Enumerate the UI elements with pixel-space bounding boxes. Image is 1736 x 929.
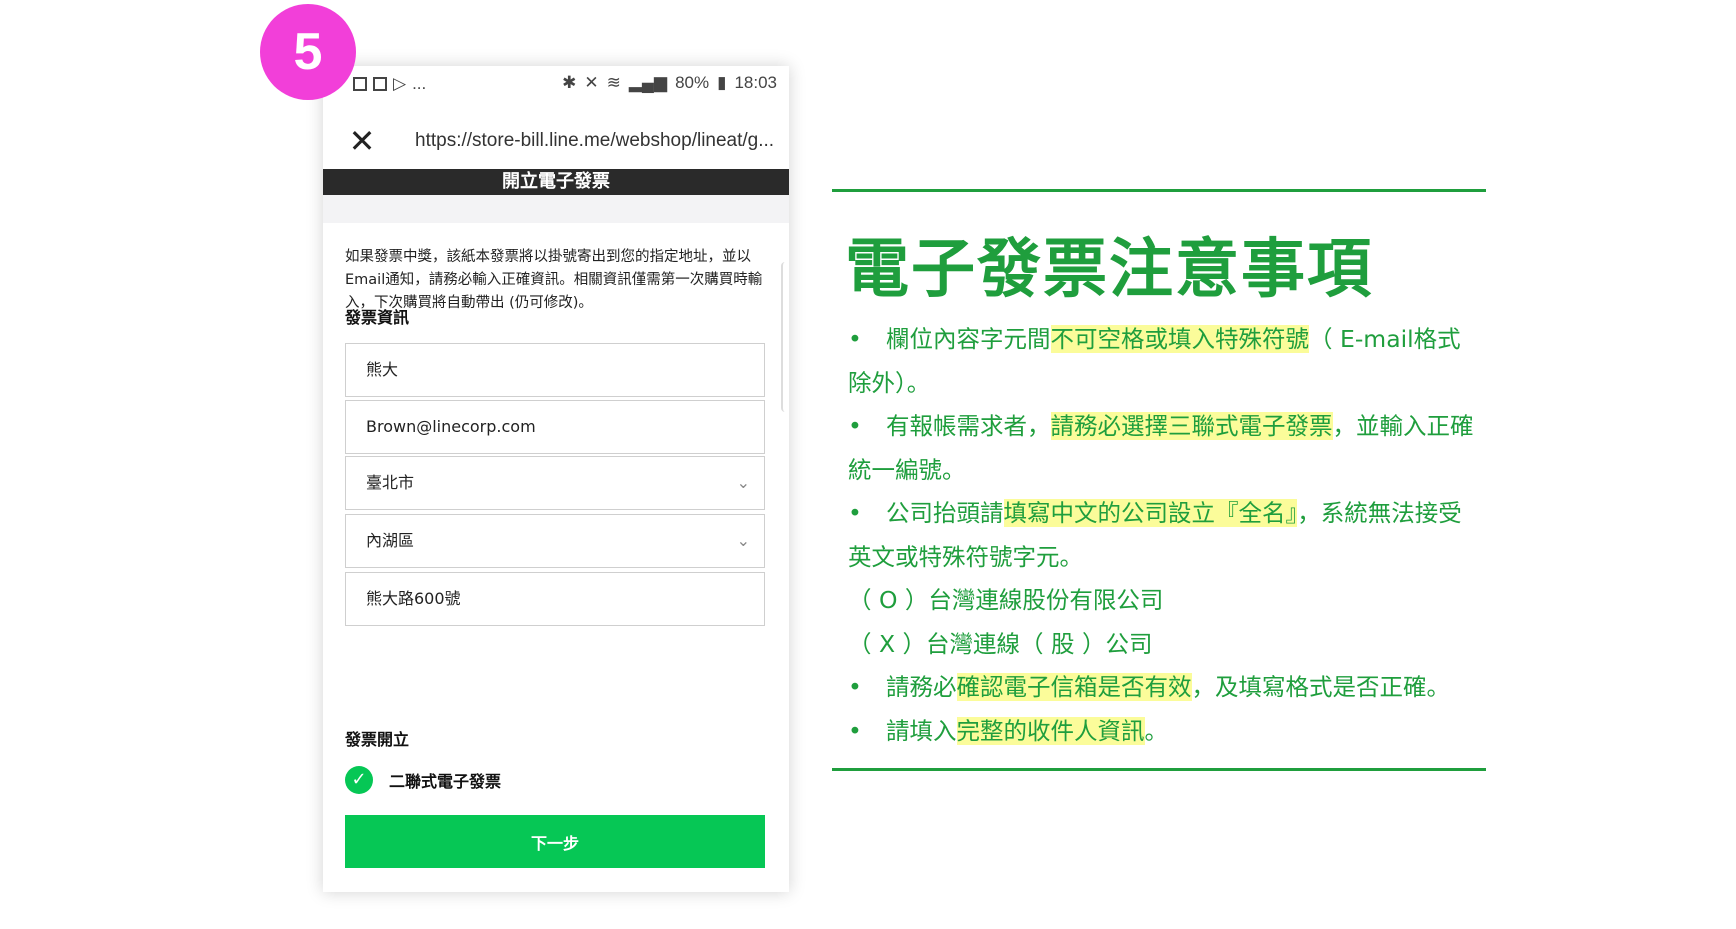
- note-4: • 請務必確認電子信箱是否有效，及填寫格式是否正確。: [848, 673, 1450, 701]
- battery-level: 80%: [675, 73, 710, 92]
- highlight: 完整的收件人資訊: [956, 716, 1145, 745]
- phone-screenshot: ▷ ... ✱ ✕ ≋ ▂▄▆ 80% ▮ 18:03 ✕ https://st…: [323, 66, 789, 892]
- notes-list: • 欄位內容字元間不可空格或填入特殊符號（ E-mail格式 除外）。 • 有報帳需…: [848, 318, 1493, 753]
- invoice-issue-title: 發票開立: [345, 730, 410, 749]
- status-bar: ▷ ... ✱ ✕ ≋ ▂▄▆ 80% ▮ 18:03: [323, 66, 789, 102]
- notes-title: 電子發票注意事項: [845, 233, 1373, 307]
- scrollbar[interactable]: [781, 262, 789, 412]
- more-notifications: ...: [412, 74, 427, 93]
- highlight: 填寫中文的公司設立『全名』: [1003, 499, 1298, 527]
- email-value: Brown@linecorp.com: [366, 417, 536, 436]
- mute-icon: ✕: [584, 73, 599, 92]
- district-value: 內湖區: [366, 531, 415, 550]
- name-value: 熊大: [366, 360, 399, 379]
- top-divider: [832, 189, 1486, 192]
- city-value: 臺北市: [366, 473, 415, 492]
- note-3-line-1: • 公司抬頭請填寫中文的公司設立『全名』，系統無法接受: [848, 499, 1462, 527]
- battery-icon: ▮: [717, 73, 727, 92]
- address-value: 熊大路600號: [366, 589, 461, 608]
- note-1-line-1: • 欄位內容字元間不可空格或填入特殊符號（ E-mail格式: [848, 325, 1461, 353]
- city-select[interactable]: 臺北市 ⌄: [345, 456, 765, 510]
- note-2-line-1: • 有報帳需求者，請務必選擇三聯式電子發票，並輸入正確: [848, 412, 1474, 440]
- check-icon[interactable]: ✓: [345, 766, 373, 794]
- invoice-type-option[interactable]: ✓ 二聯式電子發票: [345, 766, 501, 794]
- bluetooth-icon: ✱: [562, 73, 577, 92]
- next-button[interactable]: 下一步: [345, 815, 765, 868]
- district-select[interactable]: 內湖區 ⌄: [345, 514, 765, 568]
- bottom-divider: [832, 768, 1486, 771]
- note-5: • 請填入完整的收件人資訊。: [848, 716, 1168, 745]
- highlight: 確認電子信箱是否有效: [956, 673, 1192, 701]
- flipboard-icon: [373, 77, 387, 91]
- email-field[interactable]: Brown@linecorp.com: [345, 400, 765, 454]
- page-title: 開立電子發票: [323, 169, 789, 195]
- step-number-badge: 5: [260, 4, 356, 100]
- header-spacer: [323, 195, 789, 223]
- signal-icon: ▂▄▆: [628, 73, 668, 92]
- example-wrong: （ X ）台灣連線（ 股 ）公司: [848, 629, 1153, 658]
- wifi-icon: ≋: [606, 73, 621, 92]
- chevron-down-icon: ⌄: [736, 531, 750, 550]
- invoice-info-title: 發票資訊: [345, 308, 410, 327]
- highlight: 請務必選擇三聯式電子發票: [1050, 412, 1333, 440]
- chevron-down-icon: ⌄: [736, 473, 750, 492]
- close-icon[interactable]: ✕: [345, 124, 379, 158]
- note-3-line-2: 英文或特殊符號字元。: [848, 542, 1083, 571]
- note-1-line-2: 除外）。: [848, 368, 931, 397]
- clock: 18:03: [734, 73, 777, 92]
- example-correct: （ O ）台灣連線股份有限公司: [848, 586, 1164, 614]
- notification-icon: [353, 77, 367, 91]
- url-text[interactable]: https://store-bill.line.me/webshop/linea…: [415, 130, 774, 152]
- highlight: 不可空格或填入特殊符號: [1050, 325, 1309, 353]
- play-icon: ▷: [393, 74, 407, 93]
- invoice-type-label: 二聯式電子發票: [389, 772, 502, 791]
- address-field[interactable]: 熊大路600號: [345, 572, 765, 626]
- note-2-line-2: 統一編號。: [848, 455, 966, 484]
- name-field[interactable]: 熊大: [345, 343, 765, 397]
